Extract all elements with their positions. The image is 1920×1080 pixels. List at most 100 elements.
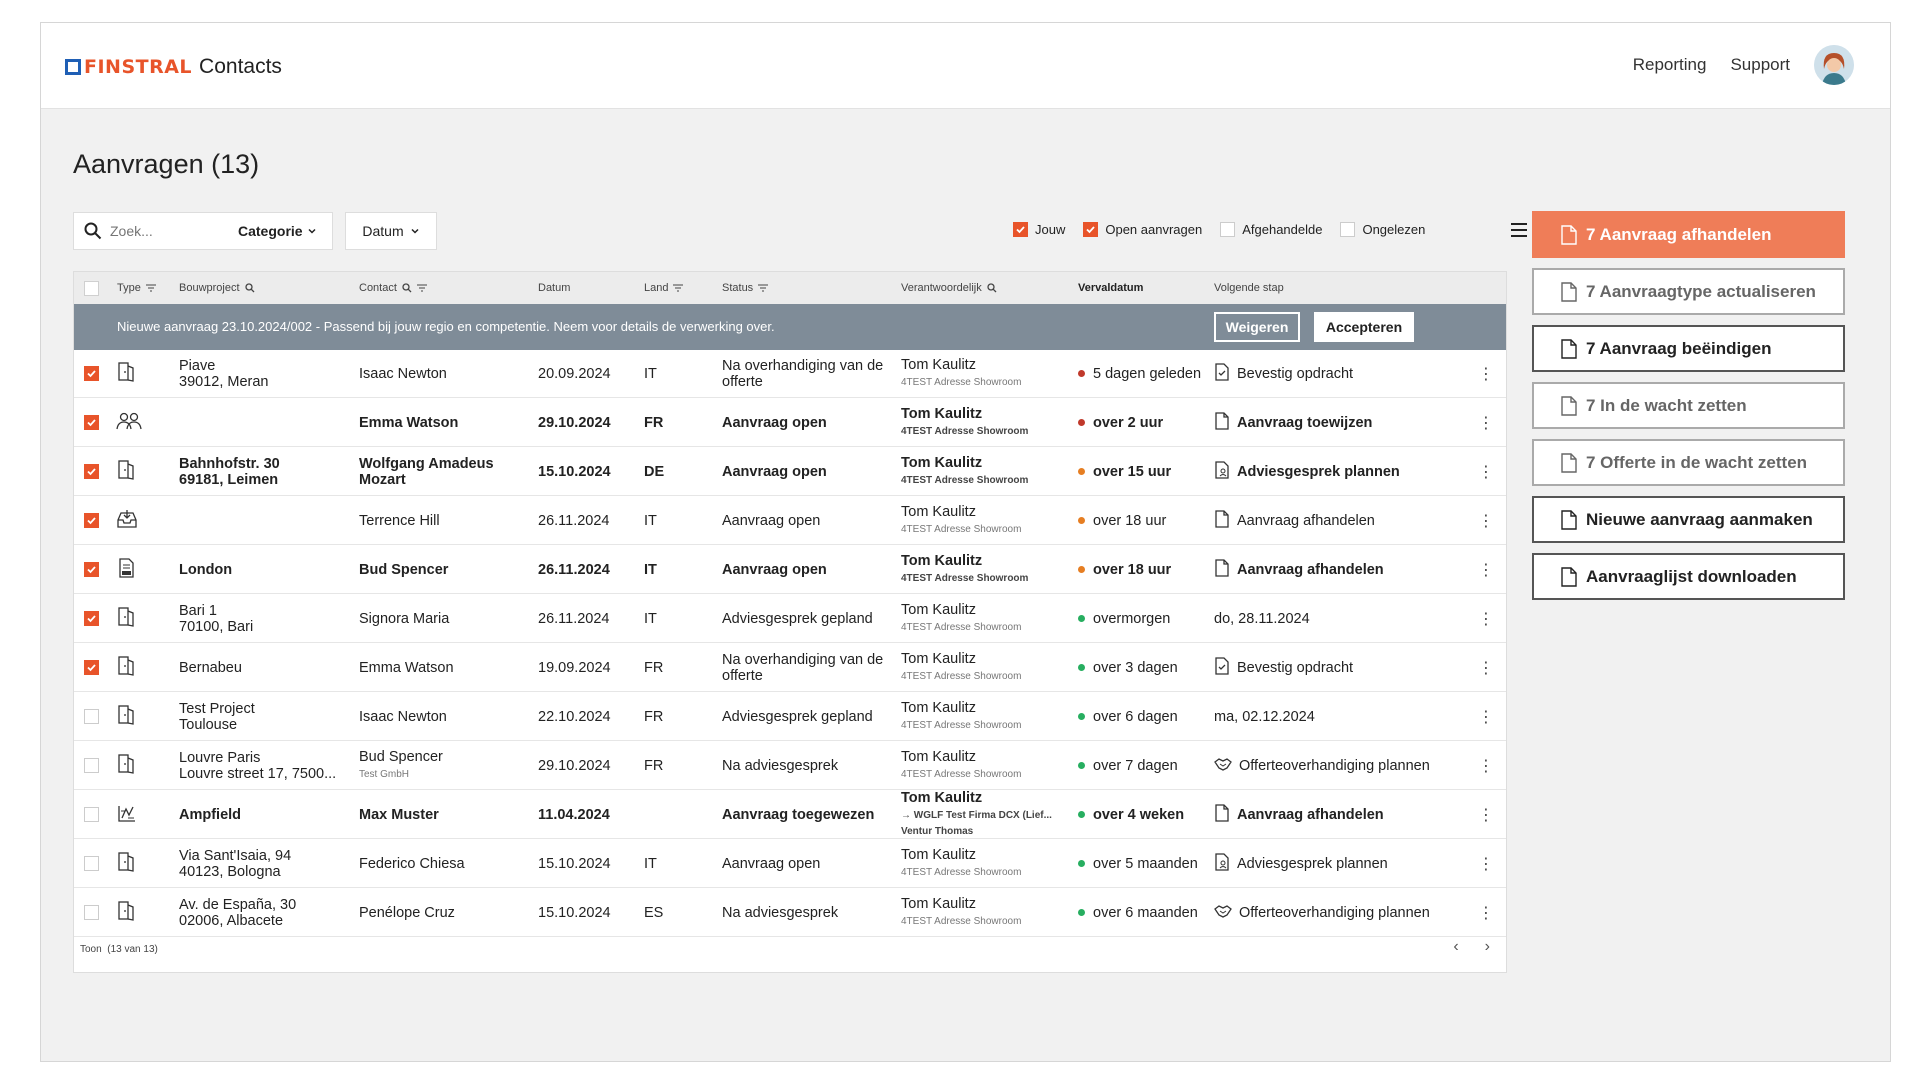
more-options-icon[interactable]: ⋮: [1478, 903, 1494, 923]
table-row[interactable]: Bari 1 70100, Bari Signora Maria 26.11.2024…: [74, 595, 1506, 643]
row-checkbox[interactable]: [84, 905, 99, 920]
next-step-cell[interactable]: do, 28.11.2024: [1214, 595, 1310, 642]
accept-button[interactable]: Accepteren: [1314, 312, 1414, 342]
next-step-cell[interactable]: Adviesgesprek plannen: [1214, 840, 1388, 887]
contact-name: Emma Watson: [359, 659, 454, 676]
filter-checkbox[interactable]: [1083, 222, 1099, 237]
filter-checkbox[interactable]: [1340, 222, 1356, 237]
people-icon: [116, 411, 142, 435]
row-checkbox[interactable]: [84, 562, 99, 577]
filter-1[interactable]: Open aanvragen: [1083, 222, 1202, 237]
column-header-contact[interactable]: Contact: [359, 282, 427, 294]
column-header-project[interactable]: Bouwproject: [179, 282, 255, 294]
more-options-icon[interactable]: ⋮: [1478, 511, 1494, 531]
status-dot: [1078, 517, 1085, 524]
table-row[interactable]: Bernabeu Emma Watson 19.09.2024 FR Na overha…: [74, 644, 1506, 692]
column-header-due-date[interactable]: Vervaldatum: [1078, 282, 1143, 294]
next-step-cell[interactable]: Bevestig opdracht: [1214, 350, 1353, 397]
row-checkbox[interactable]: [84, 464, 99, 479]
next-step-cell[interactable]: Aanvraag toewijzen: [1214, 399, 1372, 446]
more-options-icon[interactable]: ⋮: [1478, 560, 1494, 580]
filter-2[interactable]: Afgehandelde: [1220, 222, 1322, 237]
next-step-cell[interactable]: Offerteoverhandiging plannen: [1214, 742, 1430, 789]
action-button-5[interactable]: Nieuwe aanvraag aanmaken: [1532, 496, 1845, 543]
more-options-icon[interactable]: ⋮: [1478, 658, 1494, 678]
row-checkbox[interactable]: [84, 807, 99, 822]
row-checkbox[interactable]: [84, 660, 99, 675]
date-dropdown[interactable]: Datum: [345, 212, 437, 250]
more-options-icon[interactable]: ⋮: [1478, 756, 1494, 776]
row-checkbox[interactable]: [84, 366, 99, 381]
next-step-cell[interactable]: Aanvraag afhandelen: [1214, 546, 1384, 593]
date-cell: 22.10.2024: [538, 708, 611, 725]
action-button-3[interactable]: 7 In de wacht zetten: [1532, 382, 1845, 429]
filter-icon: [416, 284, 427, 292]
action-button-0[interactable]: 7 Aanvraag afhandelen: [1532, 211, 1845, 258]
column-menu-icon[interactable]: [1509, 220, 1529, 245]
table-row[interactable]: Via Sant'Isaia, 94 40123, Bologna Federico…: [74, 840, 1506, 888]
chevron-right-icon[interactable]: ›: [1485, 938, 1490, 956]
more-options-icon[interactable]: ⋮: [1478, 805, 1494, 825]
next-step-cell[interactable]: Aanvraag afhandelen: [1214, 497, 1375, 544]
project-line-1: Via Sant'Isaia, 94: [179, 847, 292, 864]
category-dropdown[interactable]: Categorie: [238, 223, 317, 239]
table-toolbar: Categorie Datum Jouw Open aanvragen Afgeha…: [73, 212, 1527, 252]
contact-name: Isaac Newton: [359, 365, 447, 382]
row-checkbox[interactable]: [84, 758, 99, 773]
select-all-checkbox[interactable]: [84, 281, 99, 296]
column-header-responsible[interactable]: Verantwoordelijk: [901, 282, 997, 294]
more-options-icon[interactable]: ⋮: [1478, 609, 1494, 629]
table-row[interactable]: Terrence Hill 26.11.2024 IT Aanvraag open To…: [74, 497, 1506, 545]
column-header-next-step[interactable]: Volgende stap: [1214, 282, 1284, 294]
next-step-cell[interactable]: Adviesgesprek plannen: [1214, 448, 1400, 495]
more-options-icon[interactable]: ⋮: [1478, 854, 1494, 874]
filter-checkbox[interactable]: [1220, 222, 1236, 237]
column-header-date[interactable]: Datum: [538, 282, 570, 294]
column-header-status[interactable]: Status: [722, 282, 769, 294]
filter-0[interactable]: Jouw: [1013, 222, 1065, 237]
next-step-cell[interactable]: Bevestig opdracht: [1214, 644, 1353, 691]
table-row[interactable]: Bahnhofstr. 30 69181, Leimen Wolfgang Amad…: [74, 448, 1506, 496]
action-button-1[interactable]: 7 Aanvraagtype actualiseren: [1532, 268, 1845, 315]
responsible-cell: Tom Kaulitz 4TEST Adresse Showroom: [901, 840, 1073, 887]
responsible-location: 4TEST Adresse Showroom: [901, 425, 1029, 437]
search-input[interactable]: [110, 223, 220, 239]
responsible-name: Tom Kaulitz: [901, 846, 976, 863]
reject-button[interactable]: Weigeren: [1214, 312, 1300, 342]
more-options-icon[interactable]: ⋮: [1478, 707, 1494, 727]
row-checkbox[interactable]: [84, 415, 99, 430]
table-row[interactable]: Ampfield Max Muster 11.04.2024 Aanvraag toe…: [74, 790, 1506, 839]
next-step-cell[interactable]: ma, 02.12.2024: [1214, 693, 1315, 740]
table-row[interactable]: Test Project Toulouse Isaac Newton 22.10.20…: [74, 693, 1506, 741]
search-icon: [987, 283, 997, 293]
chevron-left-icon[interactable]: ‹: [1453, 938, 1458, 956]
action-button-4[interactable]: 7 Offerte in de wacht zetten: [1532, 439, 1845, 486]
nav-reporting[interactable]: Reporting: [1633, 55, 1707, 75]
action-button-2[interactable]: 7 Aanvraag beëindigen: [1532, 325, 1845, 372]
table-row[interactable]: Louvre Paris Louvre street 17, 7500... Bud…: [74, 742, 1506, 790]
table-row[interactable]: London Bud Spencer 26.11.2024 IT Aanvraag op…: [74, 546, 1506, 594]
avatar[interactable]: [1814, 45, 1854, 85]
more-options-icon[interactable]: ⋮: [1478, 413, 1494, 433]
more-options-icon[interactable]: ⋮: [1478, 364, 1494, 384]
row-checkbox[interactable]: [84, 611, 99, 626]
logo[interactable]: FINSTRAL Contacts: [65, 55, 282, 79]
row-checkbox[interactable]: [84, 856, 99, 871]
table-row[interactable]: Piave 39012, Meran Isaac Newton 20.09.2024 I…: [74, 350, 1506, 398]
more-options-icon[interactable]: ⋮: [1478, 462, 1494, 482]
date-cell: 11.04.2024: [538, 806, 610, 823]
filter-checkbox[interactable]: [1013, 222, 1028, 237]
row-checkbox[interactable]: [84, 513, 99, 528]
table-row[interactable]: Emma Watson 29.10.2024 FR Aanvraag open Tom …: [74, 399, 1506, 447]
nav-support[interactable]: Support: [1730, 55, 1790, 75]
column-header-type[interactable]: Type: [117, 282, 156, 294]
date-cell: 26.11.2024: [538, 512, 610, 529]
next-step-cell[interactable]: Aanvraag afhandelen: [1214, 791, 1384, 838]
filter-3[interactable]: Ongelezen: [1340, 222, 1425, 237]
row-checkbox[interactable]: [84, 709, 99, 724]
next-step-cell[interactable]: Offerteoverhandiging plannen: [1214, 889, 1430, 936]
table-row[interactable]: Av. de España, 30 02006, Albacete Penélope…: [74, 889, 1506, 937]
action-button-6[interactable]: Aanvraaglijst downloaden: [1532, 553, 1845, 600]
contact-cell: Bud Spencer: [359, 546, 529, 593]
column-header-country[interactable]: Land: [644, 282, 684, 294]
